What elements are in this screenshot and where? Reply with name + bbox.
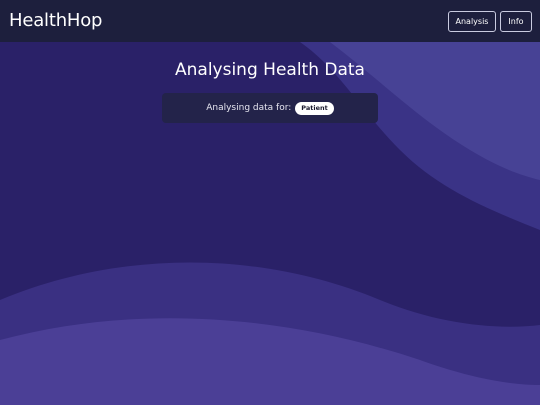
analysis-card: Analysing data for: Patient (162, 93, 378, 123)
top-navbar: HealthHop Analysis Info (0, 0, 540, 42)
analysing-data-label: Analysing data for: (206, 103, 292, 113)
page-title: Analysing Health Data (175, 60, 365, 80)
app-brand[interactable]: HealthHop (9, 9, 102, 33)
info-button[interactable]: Info (500, 11, 532, 32)
patient-badge: Patient (295, 101, 334, 115)
analysis-button[interactable]: Analysis (448, 11, 496, 32)
